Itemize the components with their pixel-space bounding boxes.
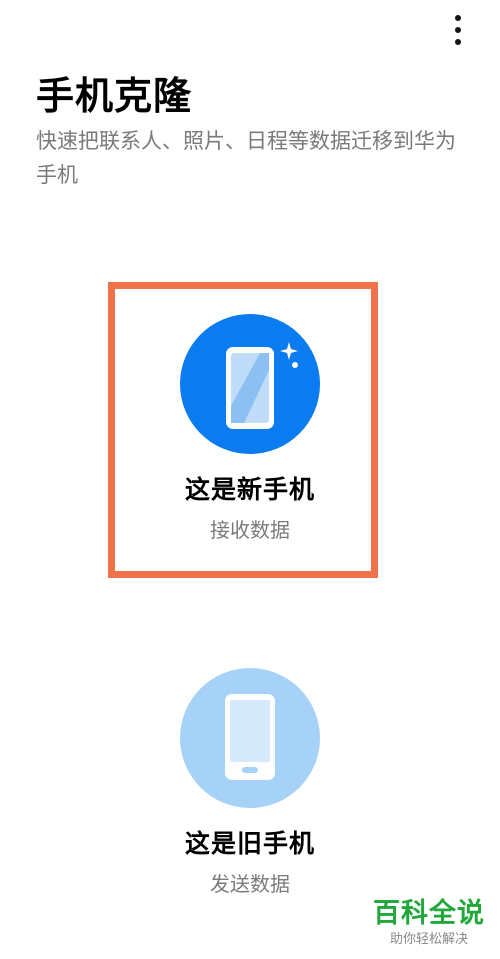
old-phone-circle xyxy=(180,668,320,808)
more-options-button[interactable] xyxy=(440,12,476,48)
new-phone-title: 这是新手机 xyxy=(184,475,315,504)
page-title: 手机克隆 xyxy=(36,74,193,118)
more-vertical-icon xyxy=(455,15,461,45)
old-phone-subtitle: 发送数据 xyxy=(210,872,290,896)
new-phone-icon xyxy=(226,342,298,429)
old-phone-icon xyxy=(225,694,275,780)
old-phone-option[interactable]: 这是旧手机 发送数据 xyxy=(0,668,500,898)
new-phone-option[interactable]: 这是新手机 接收数据 xyxy=(0,314,500,544)
page-description: 快速把联系人、照片、日程等数据迁移到华为手机 xyxy=(36,129,456,187)
new-phone-circle xyxy=(180,314,320,454)
new-phone-subtitle: 接收数据 xyxy=(210,518,290,542)
watermark-title: 百科全说 xyxy=(373,898,485,929)
old-phone-title: 这是旧手机 xyxy=(184,829,315,858)
watermark: 百科全说 助你轻松解决 xyxy=(372,897,486,949)
watermark-subtitle: 助你轻松解决 xyxy=(389,932,468,947)
